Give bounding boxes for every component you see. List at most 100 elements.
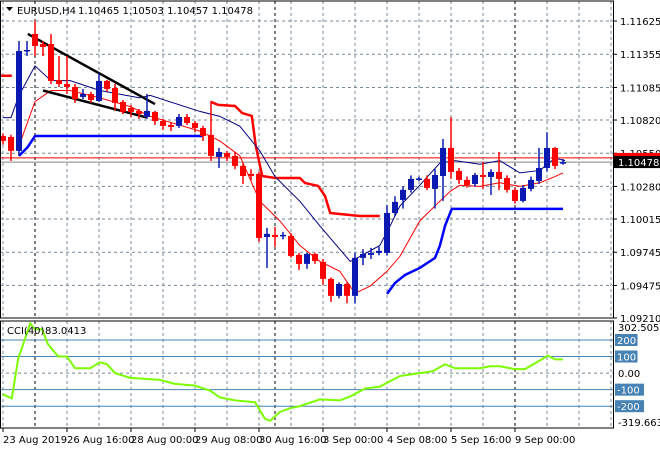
cci-level-label: -100 [617,386,640,397]
time-tick-label: 30 Aug 16:00 [259,435,326,446]
bearish-candle [448,147,454,172]
cci-label: CCI(40) [7,326,45,337]
bearish-candle [328,278,334,296]
bearish-candle [256,173,262,238]
price-tick-label: 1.11355 [620,50,660,61]
cci-level-label: -200 [617,402,640,413]
bullish-candle [544,147,550,168]
bullish-candle [144,110,150,117]
bearish-candle [480,174,486,177]
bullish-candle [16,51,22,151]
bullish-candle [528,179,534,189]
time-tick-label: 23 Aug 2019 [3,435,67,446]
bearish-candle [64,84,70,87]
bearish-candle [512,189,518,201]
bearish-candle [32,33,38,47]
bullish-candle [352,257,358,296]
bearish-candle [48,44,54,81]
bullish-candle [280,234,286,237]
dropdown-triangle-icon[interactable] [6,7,13,11]
bullish-candle [392,201,398,213]
bearish-candle [120,101,126,112]
bullish-candle [488,171,494,177]
bearish-candle [272,234,278,237]
bearish-candle [192,122,198,129]
bearish-candle [312,253,318,261]
cci-panel-frame [0,320,614,429]
bearish-candle [240,165,246,176]
bullish-candle [176,116,182,126]
bearish-candle [552,147,558,166]
bearish-candle [504,177,510,190]
bearish-candle [208,134,214,156]
trading-chart[interactable]: 1.116251.113551.110851.108201.105501.102… [0,0,660,450]
bullish-candle [80,93,86,97]
bearish-candle [112,88,118,103]
bearish-candle [40,44,46,47]
bullish-candle [432,174,438,189]
bearish-candle [136,110,142,115]
cci-level-label: 200 [617,336,636,347]
bullish-candle [408,178,414,190]
price-tick-label: 1.11625 [620,17,660,28]
bearish-candle [296,254,302,264]
price-tick-label: 1.09475 [620,281,660,292]
bullish-candle [360,253,366,258]
bearish-candle [56,79,62,85]
bullish-candle [384,212,390,253]
bearish-candle [424,178,430,188]
bullish-candle [264,233,270,237]
bullish-candle [472,174,478,184]
chart-header: EURUSD,H4 1.10465 1.10503 1.10457 1.1047… [6,6,253,17]
bearish-candle [168,124,174,127]
bullish-candle [96,80,102,101]
price-tick-label: 1.10820 [620,116,660,127]
bearish-candle [128,107,134,112]
bullish-candle [536,167,542,181]
bearish-candle [232,155,238,166]
bearish-candle [248,173,254,176]
cci-scale-label: -319.6636 [618,418,660,429]
bullish-candle [304,253,310,264]
bullish-candle [560,162,566,164]
bullish-candle [376,250,382,253]
cci-scale-label: 302.5056 [618,323,660,334]
bearish-candle [288,235,294,256]
bearish-candle [8,136,14,151]
bullish-candle [24,49,30,52]
grid [0,1,613,428]
bearish-candle [496,171,502,179]
bearish-candle [72,86,78,100]
cci-scale-label: 0.00 [618,369,640,380]
bearish-candle [320,261,326,279]
bullish-candle [440,147,446,176]
bearish-candle [464,179,470,185]
price-tick-label: 1.10280 [620,182,660,193]
bearish-candle [200,128,206,137]
bearish-candle [184,116,190,123]
bullish-candle [216,151,222,157]
time-tick-label: 5 Sep 16:00 [451,435,511,446]
time-tick-label: 9 Sep 00:00 [515,435,575,446]
price-tick-label: 1.11085 [620,83,660,94]
symbol-timeframe: EURUSD,H4 [17,6,76,17]
price-tick-label: 1.10015 [620,215,660,226]
bullish-candle [336,283,342,296]
cci-header: CCI(40) 83.0413 [7,326,86,337]
cci-level-label: 100 [617,353,636,364]
time-tick-label: 3 Sep 00:00 [323,435,383,446]
bearish-candle [344,283,350,296]
bearish-candle [88,93,94,100]
cci-value: 83.0413 [45,326,86,337]
time-tick-label: 4 Sep 08:00 [387,435,447,446]
bearish-candle [224,152,230,157]
lower-band-late-line [385,207,563,295]
cci-panel [0,321,613,422]
main-panel-frame [0,0,614,319]
time-tick-label: 28 Aug 00:00 [131,435,198,446]
bid-price-label: 1.10478 [618,158,659,169]
bearish-candle [160,121,166,126]
ohlc-readout: 1.10465 1.10503 1.10457 1.10478 [78,6,253,17]
time-tick-label: 29 Aug 08:00 [195,435,262,446]
bearish-candle [152,111,158,122]
